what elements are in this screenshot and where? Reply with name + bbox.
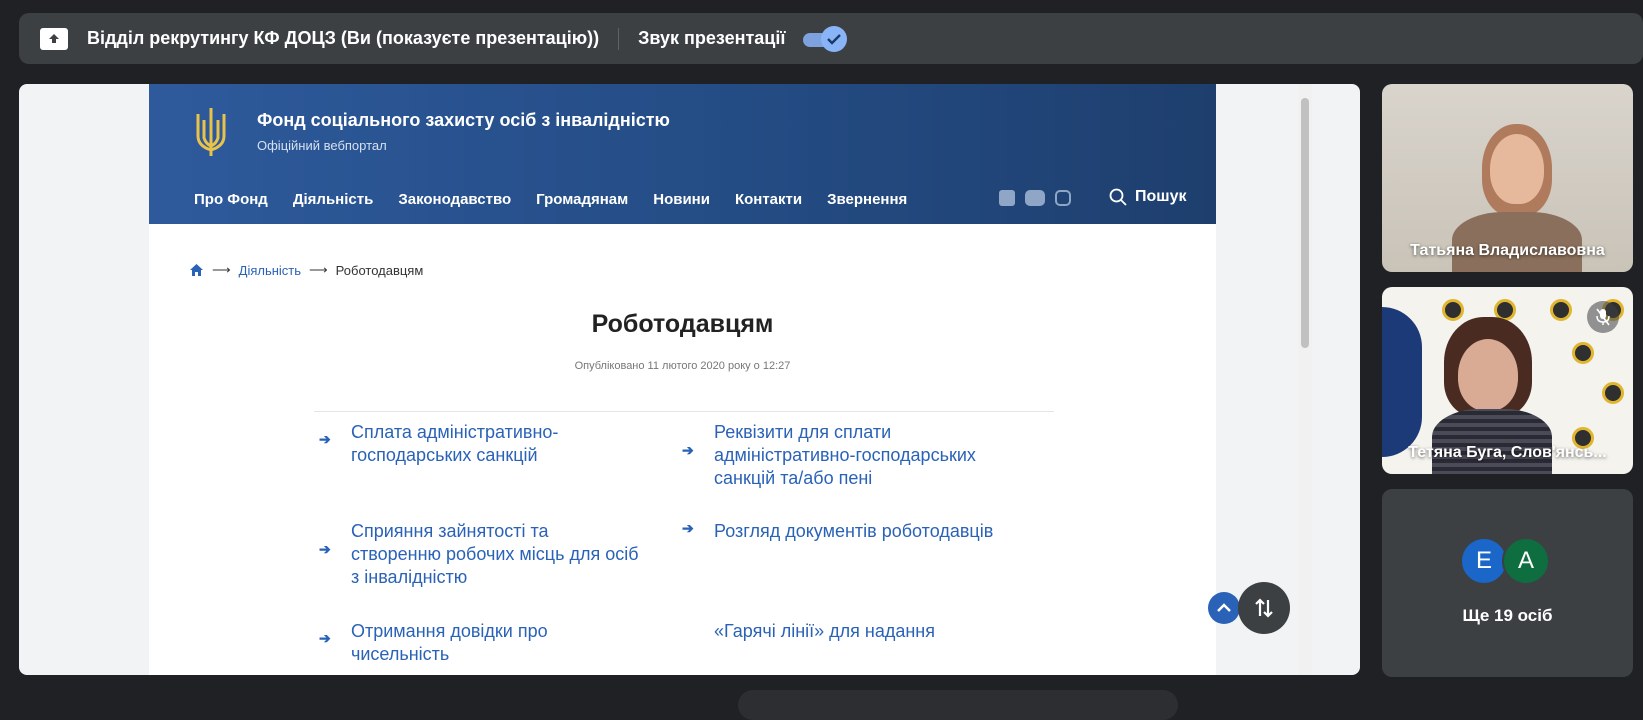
nav-item-about[interactable]: Про Фонд — [194, 191, 268, 208]
arrow-right-icon: ➔ — [682, 442, 694, 458]
more-participants-tile[interactable]: E A Ще 19 осіб — [1382, 489, 1633, 677]
breadcrumb-separator: ⟶ — [309, 262, 328, 277]
participant-tile[interactable]: Тетяна Буга, Слов'янсь... — [1382, 287, 1633, 474]
published-date: Опубліковано 11 лютого 2020 року о 12:27 — [574, 360, 791, 372]
main-nav: Про Фонд Діяльність Законодавство Громад… — [194, 191, 907, 208]
list-item-link[interactable]: Розгляд документів роботодавців — [714, 520, 1004, 543]
arrow-right-icon: ➔ — [319, 630, 331, 646]
participant-tile[interactable]: Татьяна Владиславовна — [1382, 84, 1633, 272]
swap-vertical-icon — [1255, 598, 1273, 618]
nav-item-appeals[interactable]: Звернення — [827, 191, 907, 208]
search-label: Пошук — [1135, 188, 1187, 205]
list-item[interactable]: ➔ Сплата адміністративно-господарських с… — [319, 421, 641, 467]
presentation-sound-label: Звук презентації — [638, 28, 786, 48]
participant-name: Татьяна Владиславовна — [1410, 242, 1605, 259]
breadcrumb-separator: ⟶ — [212, 262, 231, 277]
website: Фонд соціального захисту осіб з інвалідн… — [149, 84, 1216, 675]
list-item[interactable]: ➔ Отримання довідки про чисельність — [319, 620, 641, 666]
breadcrumb: ⟶ Діяльність ⟶ Роботодавцям — [189, 262, 423, 278]
swap-layout-button[interactable] — [1238, 582, 1290, 634]
avatar: E — [1460, 537, 1508, 585]
presentation-sound-toggle[interactable] — [803, 25, 849, 52]
list-item-link[interactable]: Сплата адміністративно-господарських сан… — [351, 421, 641, 467]
chevron-up-icon — [1217, 603, 1231, 612]
scroll-to-top-button[interactable] — [1208, 592, 1240, 624]
divider — [314, 411, 1054, 412]
scrollbar-thumb[interactable] — [1301, 98, 1309, 348]
nav-item-contacts[interactable]: Контакти — [735, 191, 802, 208]
list-item-link[interactable]: Сприяння зайнятості та створенню робочих… — [351, 520, 641, 589]
nav-item-news[interactable]: Новини — [653, 191, 710, 208]
present-screen-icon — [40, 27, 68, 50]
search-icon — [1109, 188, 1127, 206]
arrow-right-icon: ➔ — [682, 520, 694, 536]
arrow-right-icon: ➔ — [319, 431, 331, 447]
list-item[interactable]: ➔ Сприяння зайнятості та створенню робоч… — [319, 520, 641, 589]
site-subtitle: Офіційний вебпортал — [257, 138, 387, 153]
mic-off-icon — [1587, 301, 1619, 333]
arrow-right-icon — [682, 630, 696, 643]
breadcrumb-current: Роботодавцям — [335, 262, 424, 278]
presentation-stage: Фонд соціального захисту осіб з інвалідн… — [19, 84, 1360, 675]
participant-name: Тетяна Буга, Слов'янсь... — [1408, 444, 1607, 461]
site-header: Фонд соціального захисту осіб з інвалідн… — [149, 84, 1216, 224]
list-item[interactable]: «Гарячі лінії» для надання — [682, 620, 1004, 643]
home-icon[interactable] — [189, 263, 204, 277]
nav-item-citizens[interactable]: Громадянам — [536, 191, 628, 208]
list-item[interactable]: ➔ Реквізити для сплати адміністративно-г… — [682, 421, 1004, 490]
search-button[interactable]: Пошук — [1109, 188, 1187, 206]
more-participants-label: Ще 19 осіб — [1462, 606, 1553, 625]
youtube-icon[interactable] — [1025, 190, 1045, 206]
presentation-bar: Відділ рекрутингу КФ ДОЦЗ (Ви (показуєте… — [19, 13, 1643, 64]
bottom-control-bar — [738, 690, 1178, 720]
arrow-right-icon: ➔ — [319, 541, 331, 557]
instagram-icon[interactable] — [1055, 190, 1071, 206]
nav-item-activity[interactable]: Діяльність — [293, 191, 374, 208]
divider — [618, 27, 620, 50]
list-item[interactable]: ➔ Розгляд документів роботодавців — [682, 520, 1004, 543]
site-title[interactable]: Фонд соціального захисту осіб з інвалідн… — [257, 110, 670, 131]
social-links — [999, 190, 1071, 206]
page-scrollbar[interactable] — [1298, 84, 1312, 675]
page-title: Роботодавцям — [591, 310, 774, 338]
list-item-link[interactable]: «Гарячі лінії» для надання — [714, 620, 1004, 643]
presenter-label: Відділ рекрутингу КФ ДОЦЗ (Ви (показуєте… — [87, 28, 600, 48]
avatar: A — [1502, 537, 1550, 585]
list-item-link[interactable]: Отримання довідки про чисельність — [351, 620, 641, 666]
breadcrumb-link-activity[interactable]: Діяльність — [239, 263, 301, 278]
nav-item-legislation[interactable]: Законодавство — [398, 191, 511, 208]
check-icon — [821, 25, 848, 52]
participant-avatars: E A — [1460, 537, 1550, 585]
list-item-link[interactable]: Реквізити для сплати адміністративно-гос… — [714, 421, 1004, 490]
facebook-icon[interactable] — [999, 190, 1015, 206]
trident-logo-icon — [196, 108, 226, 156]
